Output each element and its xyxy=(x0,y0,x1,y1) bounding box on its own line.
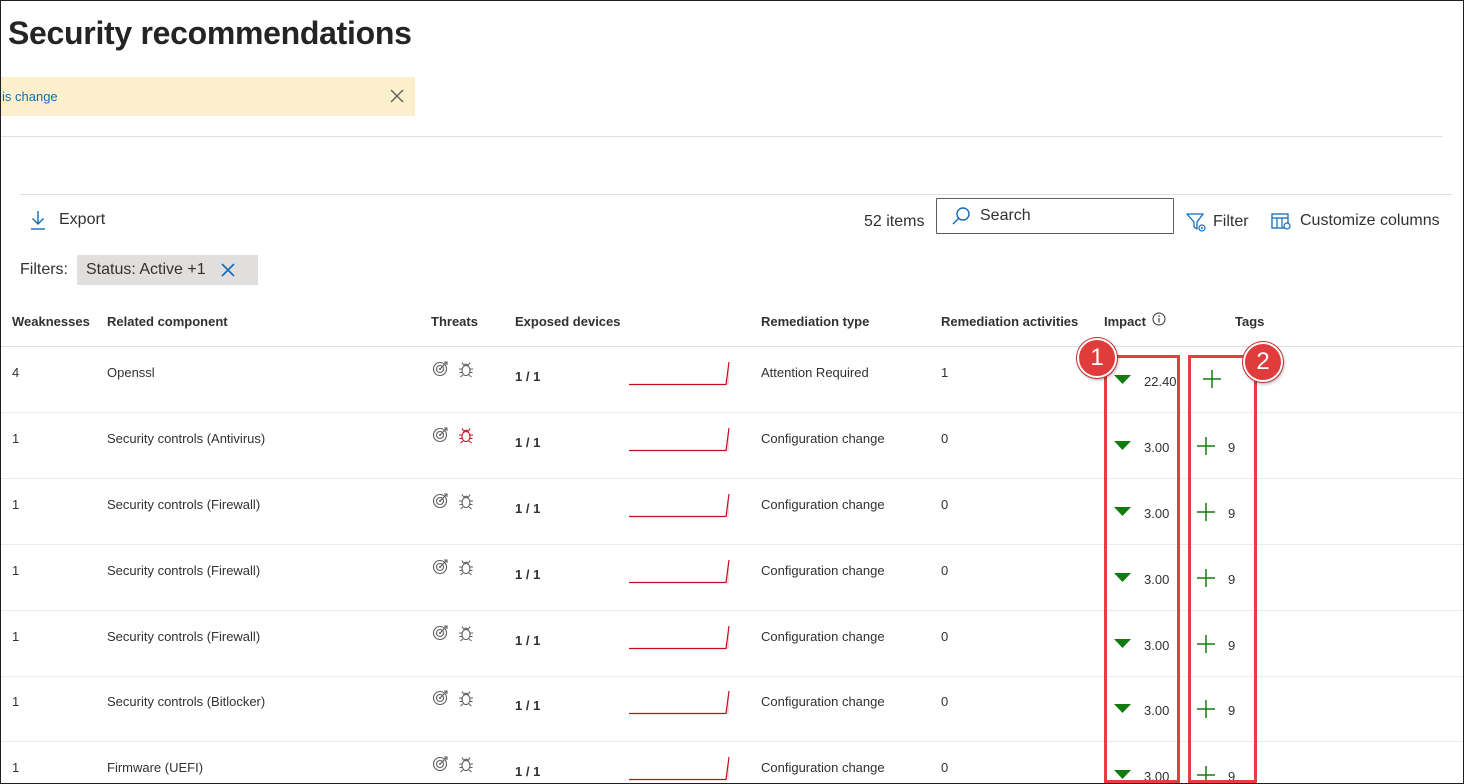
target-icon xyxy=(432,427,448,443)
column-header-remediation-activities[interactable]: Remediation activities xyxy=(941,314,1078,329)
column-header-weaknesses[interactable]: Weaknesses xyxy=(12,314,90,329)
notice-link[interactable]: is change xyxy=(2,89,58,104)
export-label: Export xyxy=(59,211,106,228)
download-icon xyxy=(31,211,45,230)
remediation-type-cell: Configuration change xyxy=(761,629,885,644)
info-icon[interactable] xyxy=(1152,312,1166,326)
target-icon xyxy=(432,690,448,706)
column-header-exposed-devices[interactable]: Exposed devices xyxy=(515,314,621,329)
exposed-devices-cell: 1 / 1 xyxy=(515,764,541,779)
exposed-devices-cell: 1 / 1 xyxy=(515,698,541,713)
close-icon[interactable] xyxy=(387,86,407,106)
bug-icon xyxy=(459,757,473,773)
app-frame: Security recommendations is change Expor… xyxy=(0,0,1464,784)
weaknesses-cell: 1 xyxy=(12,431,20,446)
bug-icon xyxy=(459,560,473,576)
exposure-sparkline xyxy=(629,559,730,584)
filter-icon xyxy=(1186,213,1206,232)
target-icon xyxy=(432,361,448,377)
filter-label: Filter xyxy=(1213,213,1249,230)
weaknesses-cell: 1 xyxy=(12,563,20,578)
weaknesses-cell: 1 xyxy=(12,760,20,775)
remediation-type-cell: Configuration change xyxy=(761,760,885,775)
exposed-devices-cell: 1 / 1 xyxy=(515,369,541,384)
exposed-devices-cell: 1 / 1 xyxy=(515,633,541,648)
component-cell[interactable]: Security controls (Firewall) xyxy=(107,629,260,644)
items-count: 52 items xyxy=(864,213,925,230)
bug-icon xyxy=(459,626,473,642)
bug-icon xyxy=(459,428,473,444)
weaknesses-cell: 1 xyxy=(12,694,20,709)
exposure-sparkline xyxy=(629,361,730,386)
component-cell[interactable]: Security controls (Firewall) xyxy=(107,563,260,578)
component-cell[interactable]: Security controls (Bitlocker) xyxy=(107,694,265,709)
weaknesses-cell: 4 xyxy=(12,365,20,380)
tags-highlight-box xyxy=(1188,355,1257,783)
divider xyxy=(1,136,1443,137)
bug-icon xyxy=(459,494,473,510)
column-header-threats[interactable]: Threats xyxy=(431,314,478,329)
column-header-component[interactable]: Related component xyxy=(107,314,228,329)
target-icon xyxy=(432,625,448,641)
remediation-activities-cell: 0 xyxy=(941,760,949,775)
filter-button[interactable]: Filter xyxy=(1185,211,1249,233)
customize-columns-icon xyxy=(1271,213,1291,230)
filter-chip[interactable]: Status: Active +1 xyxy=(77,255,258,285)
target-icon xyxy=(432,559,448,575)
bug-icon xyxy=(459,691,473,707)
divider xyxy=(20,194,1452,195)
remediation-activities-cell: 0 xyxy=(941,629,949,644)
filters-label: Filters: xyxy=(20,261,68,278)
customize-columns-label: Customize columns xyxy=(1300,212,1440,229)
remediation-type-cell: Attention Required xyxy=(761,365,869,380)
remediation-activities-cell: 0 xyxy=(941,431,949,446)
close-icon[interactable] xyxy=(220,262,236,278)
search-input[interactable] xyxy=(980,207,1160,225)
export-button[interactable]: Export xyxy=(29,209,105,231)
column-header-tags[interactable]: Tags xyxy=(1235,314,1264,329)
component-cell[interactable]: Security controls (Firewall) xyxy=(107,497,260,512)
weaknesses-cell: 1 xyxy=(12,629,20,644)
column-header-impact[interactable]: Impact xyxy=(1104,314,1146,329)
component-cell[interactable]: Openssl xyxy=(107,365,155,380)
notice-banner: is change xyxy=(1,77,415,116)
target-icon xyxy=(432,493,448,509)
exposed-devices-cell: 1 / 1 xyxy=(515,501,541,516)
page-title: Security recommendations xyxy=(8,15,412,51)
bug-icon xyxy=(459,362,473,378)
search-icon xyxy=(952,207,970,225)
exposure-sparkline xyxy=(629,493,730,518)
impact-highlight-box xyxy=(1104,355,1180,783)
exposure-sparkline xyxy=(629,690,730,715)
exposure-sparkline xyxy=(629,756,730,781)
search-box[interactable] xyxy=(936,198,1174,234)
customize-columns-button[interactable]: Customize columns xyxy=(1270,211,1440,231)
exposure-sparkline xyxy=(629,427,730,452)
remediation-activities-cell: 0 xyxy=(941,497,949,512)
component-cell[interactable]: Firmware (UEFI) xyxy=(107,760,203,775)
remediation-type-cell: Configuration change xyxy=(761,694,885,709)
remediation-activities-cell: 0 xyxy=(941,694,949,709)
exposure-sparkline xyxy=(629,625,730,650)
callout-badge-1: 1 xyxy=(1077,338,1117,378)
callout-badge-2: 2 xyxy=(1243,342,1283,382)
target-icon xyxy=(432,756,448,772)
component-cell[interactable]: Security controls (Antivirus) xyxy=(107,431,265,446)
remediation-type-cell: Configuration change xyxy=(761,563,885,578)
weaknesses-cell: 1 xyxy=(12,497,20,512)
remediation-type-cell: Configuration change xyxy=(761,431,885,446)
remediation-activities-cell: 0 xyxy=(941,563,949,578)
filter-chip-label: Status: Active +1 xyxy=(86,261,206,278)
column-header-remediation-type[interactable]: Remediation type xyxy=(761,314,869,329)
exposed-devices-cell: 1 / 1 xyxy=(515,435,541,450)
remediation-activities-cell: 1 xyxy=(941,365,949,380)
remediation-type-cell: Configuration change xyxy=(761,497,885,512)
exposed-devices-cell: 1 / 1 xyxy=(515,567,541,582)
